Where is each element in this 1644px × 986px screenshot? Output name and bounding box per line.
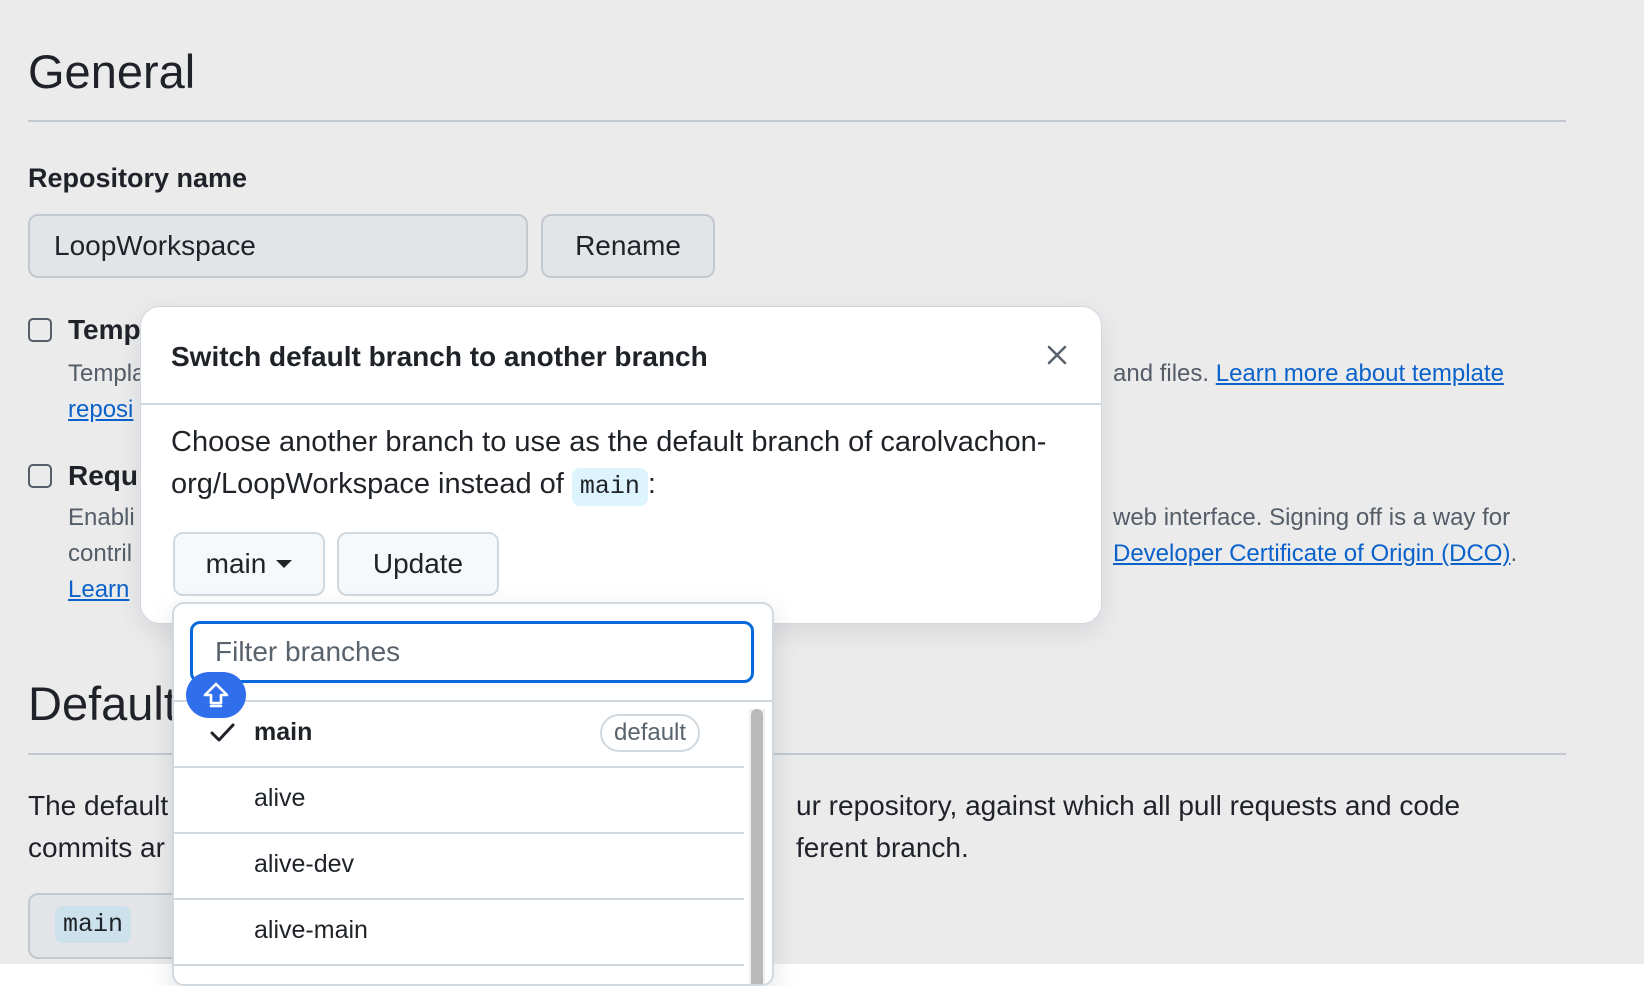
update-button[interactable]: Update xyxy=(337,532,499,596)
branch-item-label: main xyxy=(254,718,313,746)
dialog-current-branch-code: main xyxy=(571,468,648,506)
branch-item-alive-dev[interactable]: alive-dev xyxy=(174,834,744,900)
dialog-text-line-1: Choose another branch to use as the defa… xyxy=(171,426,1047,458)
shift-key-icon xyxy=(186,672,246,718)
dialog-title: Switch default branch to another branch xyxy=(171,341,708,372)
dialog-text-line-2: org/LoopWorkspace instead of xyxy=(171,468,564,500)
branch-select-button[interactable]: main xyxy=(173,532,325,596)
branch-item-label: alive xyxy=(254,784,306,812)
switch-branch-dialog: Switch default branch to another branch … xyxy=(140,306,1102,624)
check-icon xyxy=(210,723,235,742)
branch-select-menu: Filter branches main default alive alive… xyxy=(172,602,774,986)
caret-down-icon xyxy=(276,560,293,568)
branch-item-alive[interactable]: alive xyxy=(174,768,744,834)
dialog-description: Choose another branch to use as the defa… xyxy=(171,421,1071,506)
branch-select-label: main xyxy=(205,548,267,579)
scrollbar-thumb[interactable] xyxy=(751,709,763,984)
branch-item-label: alive-dev xyxy=(254,850,355,878)
branch-item-alive-main[interactable]: alive-main xyxy=(174,900,744,966)
branch-item-label: alive-main xyxy=(254,916,368,944)
dialog-separator xyxy=(141,403,1101,405)
dialog-colon: : xyxy=(647,468,656,500)
branch-item-main[interactable]: main default xyxy=(174,702,744,768)
filter-branches-input[interactable]: Filter branches xyxy=(190,621,754,683)
menu-scrollbar[interactable] xyxy=(749,709,765,984)
close-icon[interactable] xyxy=(1037,335,1077,375)
default-badge: default xyxy=(600,714,701,752)
